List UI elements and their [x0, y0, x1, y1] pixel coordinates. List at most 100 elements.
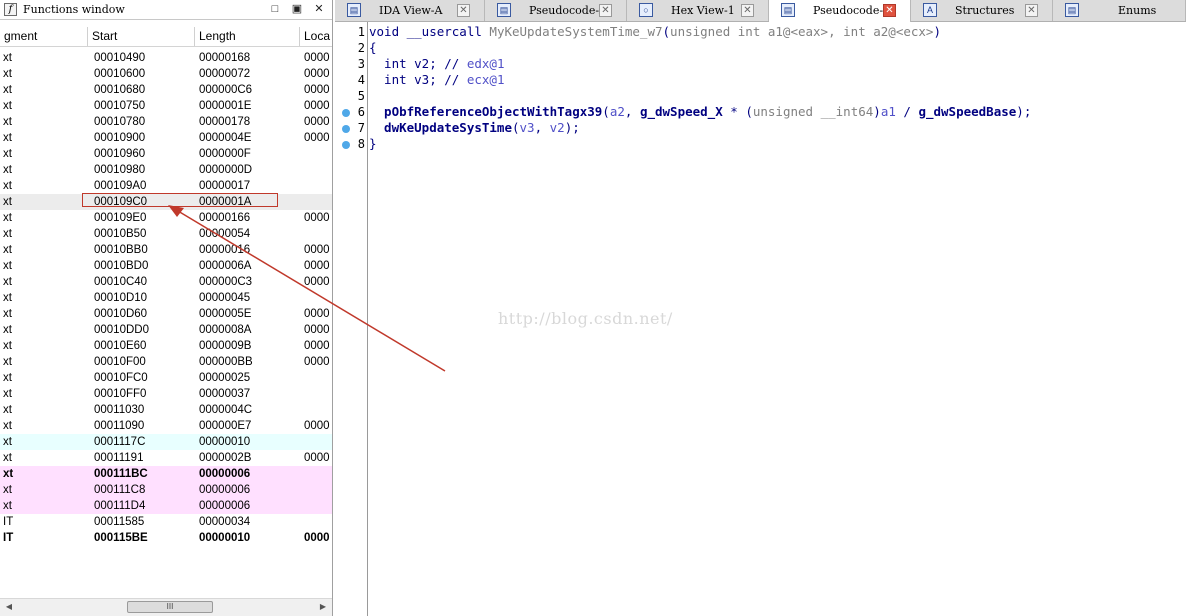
row-length: 00000010 [199, 436, 251, 448]
function-row[interactable]: xt 00010DD0 0000008A 0000 [0, 322, 332, 338]
breakpoint-dot-icon[interactable] [342, 141, 350, 149]
row-locals: 0000 [304, 276, 330, 288]
row-start: 00010780 [94, 116, 146, 128]
row-locals: 0000 [304, 116, 330, 128]
close-tab-icon[interactable]: ✕ [741, 4, 754, 17]
code-line[interactable]: int v3; // ecx@1 [369, 72, 504, 88]
close-tab-icon[interactable]: ✕ [883, 4, 896, 17]
function-row[interactable]: xt 00010780 00000178 0000 [0, 114, 332, 130]
code-token: { [369, 40, 377, 55]
code-line[interactable]: { [369, 40, 377, 56]
row-segment: xt [3, 84, 12, 96]
tab-pseudocode-b[interactable]: ▤ Pseudocode-B ✕ [769, 0, 911, 22]
function-row[interactable]: IT 00011585 00000034 [0, 514, 332, 530]
row-locals: 0000 [304, 340, 330, 352]
function-row[interactable]: xt 00011030 0000004C [0, 402, 332, 418]
code-token: ) [933, 24, 941, 39]
function-row[interactable]: xt 00010FC0 00000025 [0, 370, 332, 386]
function-row[interactable]: xt 00010BD0 0000006A 0000 [0, 258, 332, 274]
function-row[interactable]: xt 000111BC 00000006 [0, 466, 332, 482]
code-line[interactable]: int v2; // edx@1 [369, 56, 504, 72]
function-row[interactable]: xt 00010E60 0000009B 0000 [0, 338, 332, 354]
code-line[interactable]: void __usercall MyKeUpdateSystemTime_w7(… [369, 24, 941, 40]
function-row[interactable]: xt 0001117C 00000010 [0, 434, 332, 450]
function-row[interactable]: xt 00010960 0000000F [0, 146, 332, 162]
horizontal-scrollbar[interactable]: ◀ III ▶ [0, 598, 332, 616]
row-segment: xt [3, 180, 12, 192]
row-locals: 0000 [304, 452, 330, 464]
code-token: a1 [880, 104, 896, 119]
row-locals: 0000 [304, 324, 330, 336]
breakpoint-dot-icon[interactable] [342, 109, 350, 117]
functions-table-header: gment Start Length Loca [0, 27, 332, 47]
row-start: 00010FF0 [94, 388, 147, 400]
function-row[interactable]: xt 00010D10 00000045 [0, 290, 332, 306]
code-token: a2 [609, 104, 625, 119]
function-row[interactable]: xt 000111C8 00000006 [0, 482, 332, 498]
function-row[interactable]: xt 00010750 0000001E 0000 [0, 98, 332, 114]
close-tab-icon[interactable]: ✕ [457, 4, 470, 17]
column-header-locals[interactable]: Loca [300, 27, 332, 46]
function-row[interactable]: xt 000109C0 0000001A [0, 194, 332, 210]
close-tab-icon[interactable]: ✕ [1025, 4, 1038, 17]
row-start: 00010D10 [94, 292, 148, 304]
function-row[interactable]: xt 00010900 0000004E 0000 [0, 130, 332, 146]
row-start: 00010BB0 [94, 244, 148, 256]
code-line[interactable]: } [369, 136, 377, 152]
function-row[interactable]: xt 00010490 00000168 0000 [0, 50, 332, 66]
function-row[interactable]: xt 00010980 0000000D [0, 162, 332, 178]
close-window-button[interactable]: ✕ [312, 2, 326, 16]
restore-button[interactable]: □ [268, 2, 282, 16]
code-token: g_dwSpeed_X [639, 104, 723, 119]
scroll-left-icon[interactable]: ◀ [2, 600, 16, 614]
scrollbar-thumb[interactable]: III [127, 601, 213, 613]
tab-hex-view-1[interactable]: ○ Hex View-1 ✕ [627, 0, 769, 21]
close-tab-icon[interactable]: ✕ [599, 4, 612, 17]
row-start: 000111C8 [94, 484, 146, 496]
gutter-line: 3 [335, 56, 367, 72]
function-row[interactable]: xt 00010B50 00000054 [0, 226, 332, 242]
function-row[interactable]: xt 000111D4 00000006 [0, 498, 332, 514]
function-row[interactable]: xt 00010FF0 00000037 [0, 386, 332, 402]
row-start: 000109A0 [94, 180, 147, 192]
row-length: 00000006 [199, 468, 251, 480]
function-row[interactable]: xt 00010F00 000000BB 0000 [0, 354, 332, 370]
row-locals: 0000 [304, 132, 330, 144]
function-row[interactable]: xt 00010D60 0000005E 0000 [0, 306, 332, 322]
function-row[interactable]: xt 00010600 00000072 0000 [0, 66, 332, 82]
column-header-length[interactable]: Length [195, 27, 300, 46]
code-token: ); [1016, 104, 1032, 119]
row-length: 000000C3 [199, 276, 253, 288]
row-length: 00000054 [199, 228, 251, 240]
pseudocode-view[interactable]: 1 2 3 4 5 6 7 8 void __usercall MyKeUpdateSyste… [335, 22, 1186, 616]
code-token: , [624, 104, 640, 119]
code-line[interactable]: dwKeUpdateSysTime(v3, v2); [369, 120, 580, 136]
function-row[interactable]: xt 00011191 0000002B 0000 [0, 450, 332, 466]
tab-structures[interactable]: A Structures ✕ [911, 0, 1053, 21]
float-button[interactable]: ▣ [290, 2, 304, 16]
function-row[interactable]: IT 000115BE 00000010 0000 [0, 530, 332, 546]
column-header-segment[interactable]: gment [0, 27, 88, 46]
breakpoint-dot-icon[interactable] [342, 125, 350, 133]
row-start: 00010C40 [94, 276, 148, 288]
code-token: / [895, 104, 919, 119]
line-number: 5 [357, 89, 365, 103]
tab-pseudocode-a[interactable]: ▤ Pseudocode-A ✕ [485, 0, 627, 21]
tab-enums[interactable]: ▤ Enums [1053, 0, 1186, 21]
row-start: 00010BD0 [94, 260, 149, 272]
column-header-start[interactable]: Start [88, 27, 195, 46]
row-segment: xt [3, 244, 12, 256]
code-line[interactable]: pObfReferenceObjectWithTagx39(a2, g_dwSp… [369, 104, 1031, 120]
function-row[interactable]: xt 00010C40 000000C3 0000 [0, 274, 332, 290]
function-row[interactable]: xt 00010680 000000C6 0000 [0, 82, 332, 98]
code-token: ) [873, 104, 881, 119]
function-row[interactable]: xt 000109A0 00000017 [0, 178, 332, 194]
function-row[interactable]: xt 000109E0 00000166 0000 [0, 210, 332, 226]
code-token: g_dwSpeedBase [918, 104, 1017, 119]
scroll-right-icon[interactable]: ▶ [316, 600, 330, 614]
function-row[interactable]: xt 00010BB0 00000016 0000 [0, 242, 332, 258]
row-length: 00000025 [199, 372, 251, 384]
functions-window: f Functions window □ ▣ ✕ gment Start Len… [0, 0, 333, 616]
tab-ida-view-a[interactable]: ▤ IDA View-A ✕ [335, 0, 485, 21]
function-row[interactable]: xt 00011090 000000E7 0000 [0, 418, 332, 434]
